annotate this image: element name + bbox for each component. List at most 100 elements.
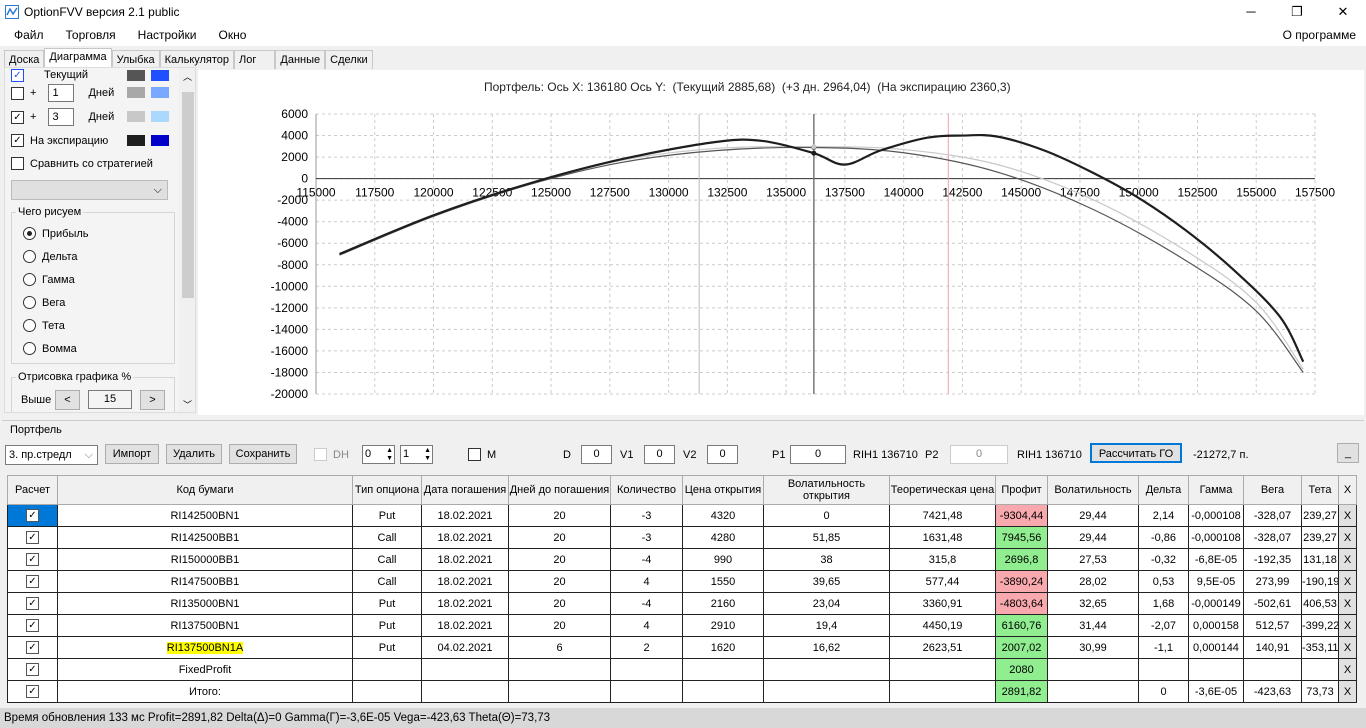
calc-checkbox-cell[interactable]: ✓	[7, 614, 58, 637]
left-panel-scrollbar[interactable]: ︿ ﹀	[179, 68, 195, 412]
day1-color-swatch-2[interactable]	[151, 87, 169, 98]
current-color-swatch-2[interactable]	[151, 70, 169, 81]
tab-diagram[interactable]: Диаграмма	[44, 48, 112, 69]
remove-row-button[interactable]: X	[1338, 680, 1357, 703]
table-row[interactable]: ✓ RI137500BN1 Put 18.02.2021 20 4 2910 19,4 4450…	[7, 614, 1357, 637]
calc-checkbox-cell[interactable]: ✓	[7, 548, 58, 571]
menu-file[interactable]: Файл	[6, 28, 52, 42]
scroll-down-icon[interactable]: ﹀	[183, 398, 192, 411]
calc-checkbox[interactable]: ✓	[26, 575, 39, 588]
tab-log[interactable]: Лог	[234, 50, 276, 69]
menu-trading[interactable]: Торговля	[58, 28, 124, 42]
expiration-color-swatch-2[interactable]	[151, 135, 169, 146]
column-header[interactable]: Профит	[995, 475, 1048, 505]
menu-window[interactable]: Окно	[211, 28, 255, 42]
remove-row-button[interactable]: X	[1338, 526, 1357, 549]
day1-input[interactable]: 1	[48, 84, 75, 102]
minimize-panel-button[interactable]: _	[1337, 443, 1359, 463]
calc-checkbox-cell[interactable]: ✓	[7, 636, 58, 659]
calc-checkbox-cell[interactable]: ✓	[7, 680, 58, 703]
radio-theta[interactable]	[23, 319, 36, 332]
close-button[interactable]: ✕	[1320, 0, 1366, 24]
column-header[interactable]: Количество	[610, 475, 683, 505]
p2-input[interactable]: 0	[950, 445, 1008, 464]
menu-about[interactable]: О программе	[1275, 28, 1364, 42]
maximize-button[interactable]: ❐	[1274, 0, 1320, 24]
current-checkbox[interactable]: ✓	[11, 69, 24, 82]
radio-vega[interactable]	[23, 296, 36, 309]
column-header[interactable]: Расчет	[7, 475, 58, 505]
menu-settings[interactable]: Настройки	[130, 28, 205, 42]
day3-input[interactable]: 3	[48, 108, 75, 126]
strategy-select[interactable]: 3. пр.стредл ⌵	[5, 445, 98, 465]
dh-checkbox[interactable]	[314, 448, 327, 461]
profit-chart[interactable]: Портфель: Ось X: 136180 Ось Y: (Текущий …	[198, 70, 1364, 415]
delete-button[interactable]: Удалить	[166, 444, 222, 464]
decrease-button[interactable]: <	[55, 390, 80, 410]
spin2-input[interactable]: 1 ▲ ▼	[400, 445, 433, 464]
radio-gamma[interactable]	[23, 273, 36, 286]
calc-checkbox-cell[interactable]: ✓	[7, 570, 58, 593]
calc-checkbox-cell[interactable]: ✓	[7, 592, 58, 615]
calc-checkbox-cell[interactable]: ✓	[7, 658, 58, 681]
day3-color-swatch[interactable]	[127, 111, 145, 122]
column-header[interactable]: Дата погашения	[421, 475, 509, 505]
calc-checkbox-cell[interactable]: ✓	[7, 526, 58, 549]
expiration-checkbox[interactable]: ✓	[11, 134, 24, 147]
table-row[interactable]: ✓ Итого: 2891,82 0 -3,6E-05 -423,63 73,73 X	[7, 680, 1357, 703]
d-input[interactable]: 0	[581, 445, 612, 464]
radio-profit[interactable]	[23, 227, 36, 240]
scroll-thumb[interactable]	[182, 92, 194, 298]
increase-button[interactable]: >	[140, 390, 165, 410]
radio-vomma[interactable]	[23, 342, 36, 355]
minimize-button[interactable]: ─	[1228, 0, 1274, 24]
import-button[interactable]: Импорт	[105, 444, 159, 464]
calc-checkbox[interactable]: ✓	[26, 597, 39, 610]
column-header[interactable]: Гамма	[1188, 475, 1244, 505]
column-header[interactable]: Дней до погашения	[508, 475, 611, 505]
table-row[interactable]: ✓ RI142500BN1 Put 18.02.2021 20 -3 4320 0 7421,4…	[7, 504, 1357, 527]
radio-delta[interactable]	[23, 250, 36, 263]
table-row[interactable]: ✓ RI150000BB1 Call 18.02.2021 20 -4 990 38 315,8…	[7, 548, 1357, 571]
remove-row-button[interactable]: X	[1338, 658, 1357, 681]
spinner-arrows-icon[interactable]: ▲ ▼	[424, 447, 431, 463]
remove-row-button[interactable]: X	[1338, 548, 1357, 571]
day1-checkbox[interactable]	[11, 86, 24, 100]
scroll-up-icon[interactable]: ︿	[183, 70, 192, 83]
remove-row-button[interactable]: X	[1338, 614, 1357, 637]
day3-checkbox[interactable]: ✓	[11, 110, 24, 124]
remove-row-button[interactable]: X	[1338, 570, 1357, 593]
calc-checkbox[interactable]: ✓	[26, 531, 39, 544]
calc-checkbox[interactable]: ✓	[26, 663, 39, 676]
column-header[interactable]: Цена открытия	[682, 475, 764, 505]
strategy-dropdown[interactable]: ⌵	[11, 180, 168, 200]
remove-row-button[interactable]: X	[1338, 592, 1357, 615]
day3-color-swatch-2[interactable]	[151, 111, 169, 122]
expiration-color-swatch[interactable]	[127, 135, 145, 146]
compare-checkbox[interactable]	[11, 157, 24, 170]
day1-color-swatch[interactable]	[127, 87, 145, 98]
above-percent-input[interactable]: 15	[88, 390, 132, 409]
column-header[interactable]: Код бумаги	[57, 475, 353, 505]
table-row[interactable]: ✓ FixedProfit 2080 X	[7, 658, 1357, 681]
save-button[interactable]: Сохранить	[229, 444, 297, 464]
column-header[interactable]: Вега	[1243, 475, 1302, 505]
m-checkbox[interactable]	[468, 448, 481, 461]
column-header[interactable]: Волатильность открытия	[763, 475, 890, 505]
column-header[interactable]: Дельта	[1138, 475, 1189, 505]
tab-deals[interactable]: Сделки	[325, 50, 373, 69]
calculate-go-button[interactable]: Рассчитать ГО	[1090, 443, 1182, 463]
current-color-swatch[interactable]	[127, 70, 145, 81]
table-row[interactable]: ✓ RI135000BN1 Put 18.02.2021 20 -4 2160 23,04 33…	[7, 592, 1357, 615]
column-header[interactable]: Тип опциона	[352, 475, 422, 505]
column-header[interactable]: Волатильность	[1047, 475, 1139, 505]
table-row[interactable]: ✓ RI147500BB1 Call 18.02.2021 20 4 1550 39,65 57…	[7, 570, 1357, 593]
calc-checkbox[interactable]: ✓	[26, 641, 39, 654]
table-row[interactable]: ✓ RI142500BB1 Call 18.02.2021 20 -3 4280 51,85 1…	[7, 526, 1357, 549]
calc-checkbox[interactable]: ✓	[26, 553, 39, 566]
column-header[interactable]: X	[1338, 475, 1357, 505]
v2-input[interactable]: 0	[707, 445, 738, 464]
calc-checkbox-cell[interactable]: ✓	[7, 504, 58, 527]
calc-checkbox[interactable]: ✓	[26, 509, 39, 522]
spinner-arrows-icon[interactable]: ▲ ▼	[386, 447, 393, 463]
